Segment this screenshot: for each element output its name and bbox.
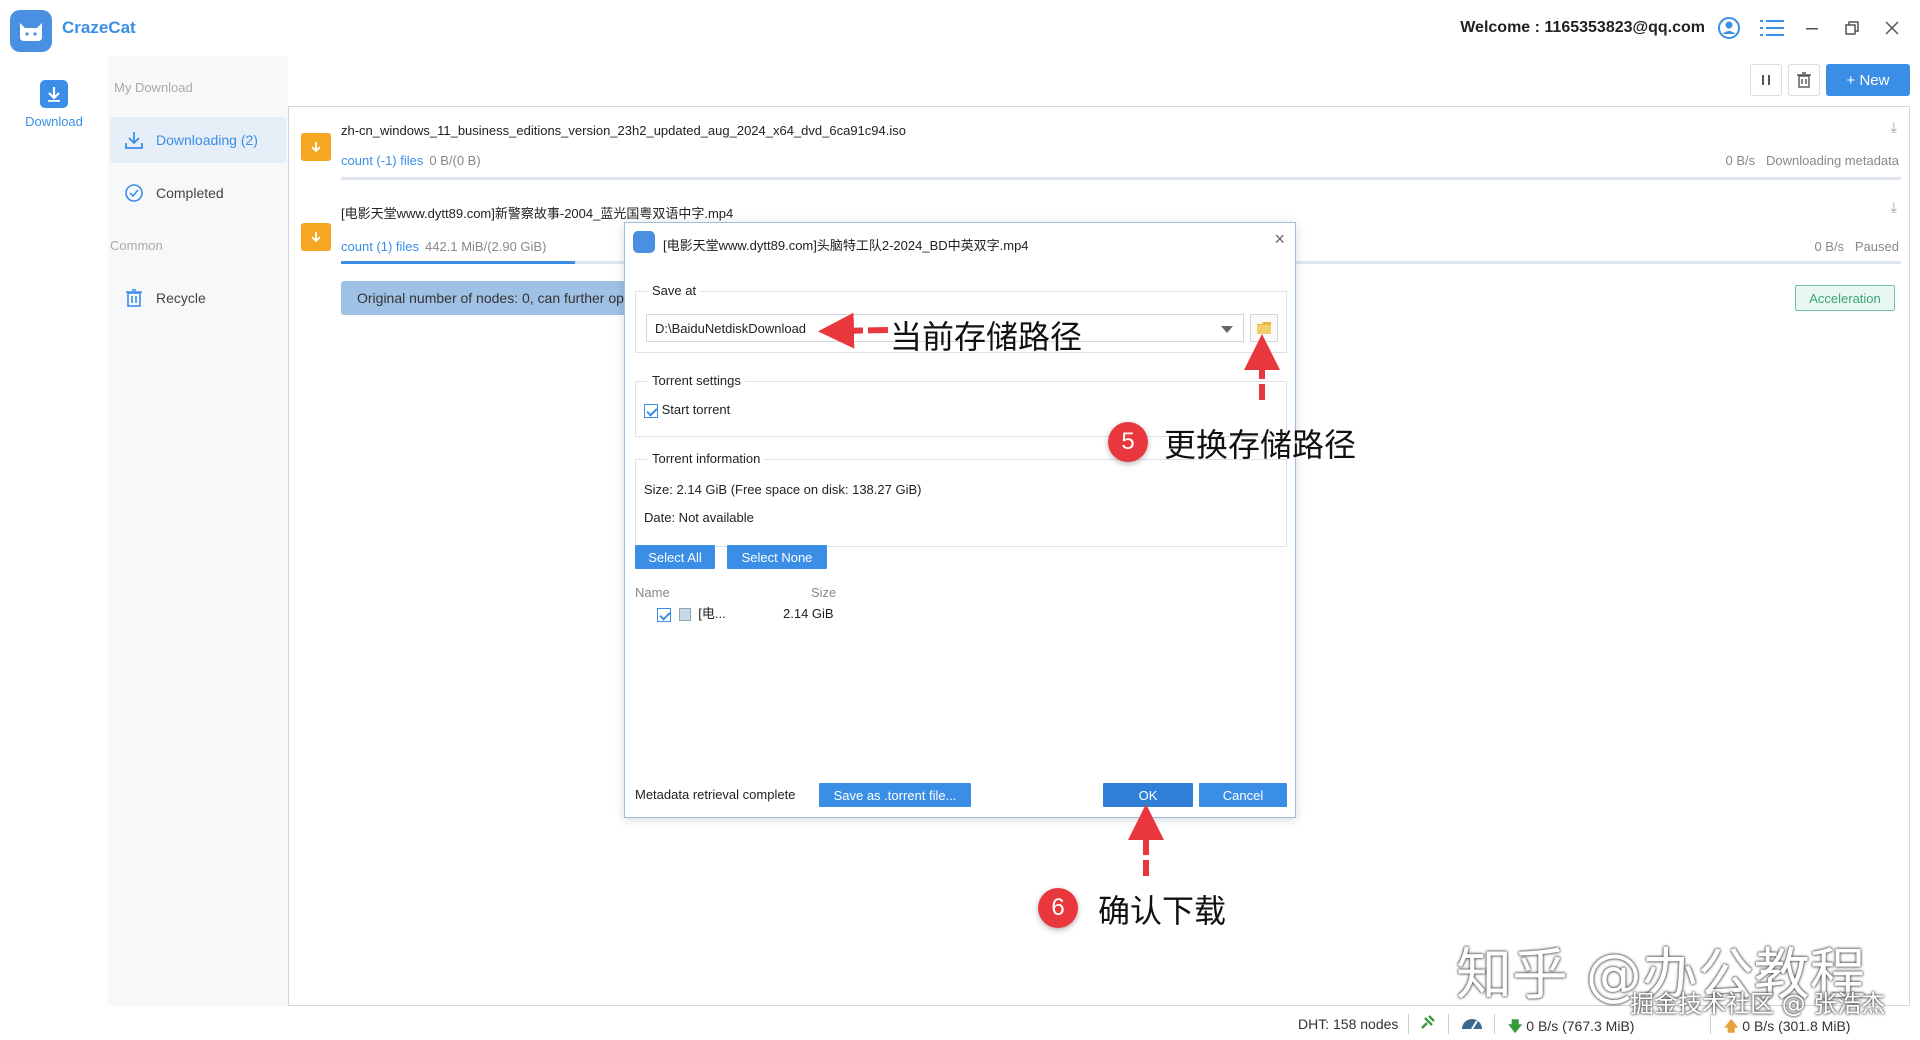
annotation-confirm-download: 确认下载 [1098, 892, 1227, 930]
annotation-change-path: 更换存储路径 [1164, 426, 1357, 464]
annotation-current-path: 当前存储路径 [890, 318, 1083, 356]
watermark-juejin: 掘金技术社区 @ 张浩杰 [1630, 990, 1886, 1018]
step-6-badge: 6 [1038, 888, 1078, 928]
annotation-arrows [818, 312, 1280, 876]
step-5-badge: 5 [1108, 422, 1148, 462]
arrow-to-path [818, 312, 889, 349]
app-window: CrazeCat Welcome : 1165353823@qq.com Dow… [0, 0, 1920, 1040]
